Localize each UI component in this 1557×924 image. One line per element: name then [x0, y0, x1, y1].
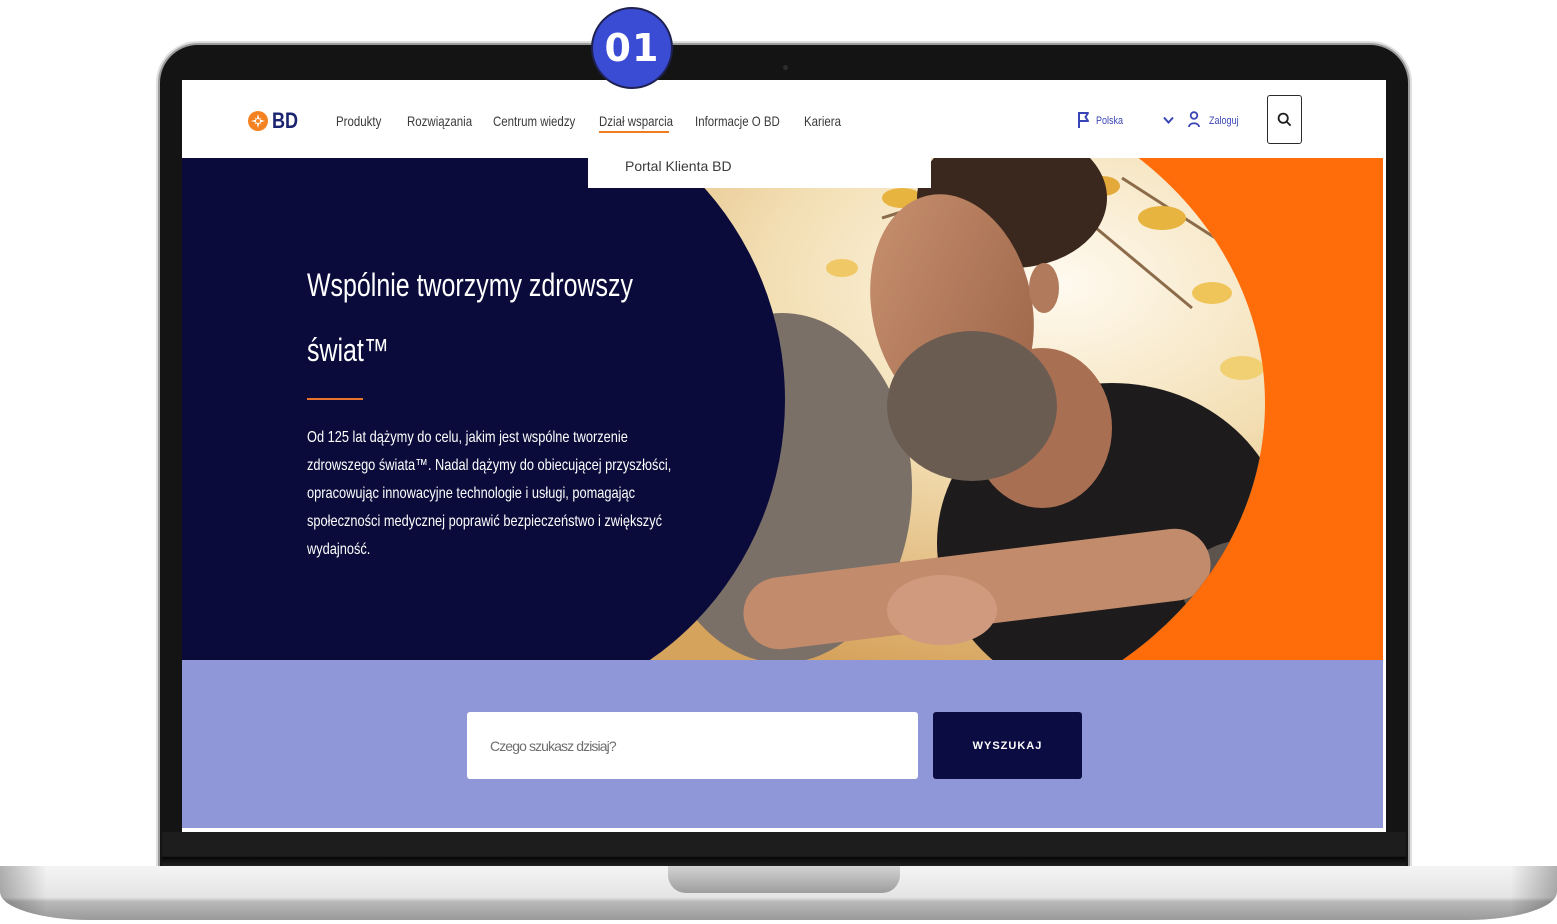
laptop-screen: BD Produkty Rozwiązania Centrum wiedzy D…: [182, 80, 1386, 832]
search-input[interactable]: [467, 712, 918, 779]
screen-edge: [1383, 158, 1386, 832]
hero-description-line: zdrowszego świata™. Nadal dążymy do obie…: [307, 457, 672, 474]
laptop-lower-bezel: [162, 832, 1406, 868]
search-submit-button[interactable]: WYSZUKAJ: [933, 712, 1082, 779]
user-icon[interactable]: [1188, 111, 1200, 128]
hero-description-line: Od 125 lat dążymy do celu, jakim jest ws…: [307, 429, 628, 446]
active-nav-underline: [599, 131, 669, 133]
hero-navy-panel: [182, 158, 785, 660]
bd-logo-icon[interactable]: [248, 111, 268, 131]
site-header: BD Produkty Rozwiązania Centrum wiedzy D…: [182, 80, 1386, 158]
hero-description-line: społeczności medycznej poprawić bezpiecz…: [307, 513, 662, 530]
hero-title-line: Wspólnie tworzymy zdrowszy: [307, 267, 633, 303]
search-icon: [1277, 112, 1292, 127]
nav-informacje-o-bd[interactable]: Informacje O BD: [695, 112, 780, 130]
hero-description-line: wydajność.: [307, 541, 371, 558]
nav-rozwiazania[interactable]: Rozwiązania: [407, 112, 472, 130]
nav-produkty[interactable]: Produkty: [336, 112, 381, 130]
login-link[interactable]: Zaloguj: [1209, 113, 1239, 129]
hero-title: Wspólnie tworzymy zdrowszy świat™: [307, 253, 633, 383]
hero-accent-rule: [307, 398, 363, 400]
hero-description: Od 125 lat dążymy do celu, jakim jest ws…: [307, 424, 671, 564]
nav-dzial-wsparcia[interactable]: Dział wsparcia: [599, 112, 673, 130]
flag-icon[interactable]: [1077, 111, 1089, 129]
step-badge: 01: [591, 7, 673, 89]
support-dropdown: Portal Klienta BD: [588, 150, 931, 188]
laptop-lid-notch: [668, 866, 900, 893]
hero-description-line: opracowując innowacyjne technologie i us…: [307, 485, 636, 502]
bd-logo-text[interactable]: BD: [272, 109, 298, 133]
nav-kariera[interactable]: Kariera: [804, 112, 841, 130]
region-label[interactable]: Polska: [1096, 113, 1123, 129]
hero-title-line: świat™: [307, 332, 389, 368]
laptop-camera: [783, 65, 788, 70]
nav-centrum-wiedzy[interactable]: Centrum wiedzy: [493, 112, 575, 130]
chevron-down-icon[interactable]: [1163, 116, 1174, 124]
header-search-button[interactable]: [1267, 95, 1302, 144]
hero-graphic: [182, 158, 1386, 660]
dropdown-item-portal-klienta[interactable]: Portal Klienta BD: [625, 156, 732, 176]
